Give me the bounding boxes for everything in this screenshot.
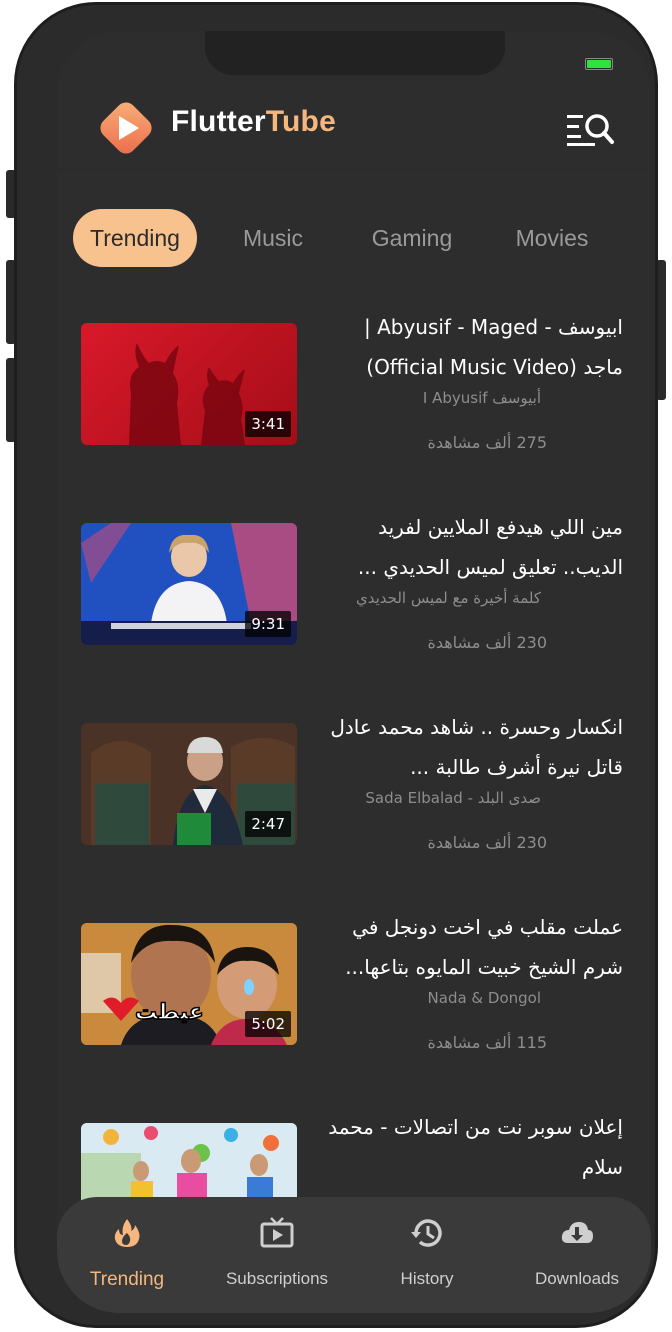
app-header: FlutterTube <box>57 95 651 169</box>
video-views: 230 ألف مشاهدة <box>427 633 547 652</box>
video-views: 115 ألف مشاهدة <box>427 1033 547 1052</box>
video-channel[interactable]: صدى البلد - Sada Elbalad <box>261 789 541 807</box>
video-channel[interactable]: أبيوسف I Abyusif <box>261 389 541 407</box>
video-item[interactable]: 2:47 انكسار وحسرة .. شاهد محمد عادل قاتل… <box>57 701 651 901</box>
header-divider <box>57 169 651 170</box>
video-views: 230 ألف مشاهدة <box>427 833 547 852</box>
notch <box>205 31 505 75</box>
app-title: FlutterTube <box>171 105 336 138</box>
chip-gaming[interactable]: Gaming <box>357 209 467 267</box>
chip-trending[interactable]: Trending <box>73 209 197 267</box>
video-title[interactable]: انكسار وحسرة .. شاهد محمد عادل قاتل نيرة… <box>323 707 623 787</box>
nav-trending[interactable]: Trending <box>57 1215 197 1291</box>
nav-label: History <box>400 1269 454 1288</box>
nav-history[interactable]: History <box>357 1215 497 1289</box>
play-logo-icon <box>100 102 152 154</box>
video-thumbnail[interactable]: عيطت 5:02 <box>81 923 297 1045</box>
cloud-download-icon <box>561 1222 593 1243</box>
subscriptions-tv-icon <box>260 1217 294 1248</box>
video-channel[interactable]: Nada & Dongol <box>261 989 541 1007</box>
battery-full-icon <box>585 58 613 70</box>
fire-icon <box>114 1219 140 1247</box>
search-list-icon[interactable] <box>565 109 615 149</box>
video-channel[interactable]: كلمة أخيرة مع لميس الحديدي <box>261 589 541 607</box>
chip-music[interactable]: Music <box>223 209 323 267</box>
app-screen: FlutterTube Trending Music Gaming Movies <box>57 31 651 1313</box>
video-title[interactable]: مين اللي هيدفع الملايين لفريد الديب.. تع… <box>323 507 623 587</box>
nav-subscriptions[interactable]: Subscriptions <box>207 1215 347 1289</box>
nav-label: Trending <box>89 1269 165 1290</box>
category-chips: Trending Music Gaming Movies <box>73 209 643 269</box>
video-title[interactable]: ابيوسف - Abyusif - Maged | ماجد (Officia… <box>323 307 623 387</box>
video-title[interactable]: عملت مقلب في اخت دونجل في شرم الشيخ خبيت… <box>323 907 623 987</box>
video-item[interactable]: 3:41 ابيوسف - Abyusif - Maged | ماجد (Of… <box>57 301 651 501</box>
nav-downloads[interactable]: Downloads <box>507 1215 647 1289</box>
chip-movies[interactable]: Movies <box>497 209 607 267</box>
video-views: 275 ألف مشاهدة <box>427 433 547 452</box>
history-icon <box>411 1219 442 1247</box>
nav-label: Subscriptions <box>225 1269 329 1288</box>
video-item[interactable]: عيطت 5:02 عملت مقلب في اخت دونجل في شرم … <box>57 901 651 1101</box>
video-item[interactable]: 9:31 مين اللي هيدفع الملايين لفريد الديب… <box>57 501 651 701</box>
phone-frame: FlutterTube Trending Music Gaming Movies <box>14 2 658 1328</box>
bottom-navigation: Trending Subscriptions History Downloads <box>57 1197 651 1313</box>
video-thumbnail[interactable]: 2:47 <box>81 723 297 845</box>
video-title[interactable]: إعلان سوبر نت من اتصالات - محمد سلام <box>323 1107 623 1187</box>
video-thumbnail[interactable]: 9:31 <box>81 523 297 645</box>
nav-label: Downloads <box>534 1269 620 1288</box>
video-thumbnail[interactable]: 3:41 <box>81 323 297 445</box>
thumbnail-overlay-text: عيطت <box>135 1000 204 1025</box>
